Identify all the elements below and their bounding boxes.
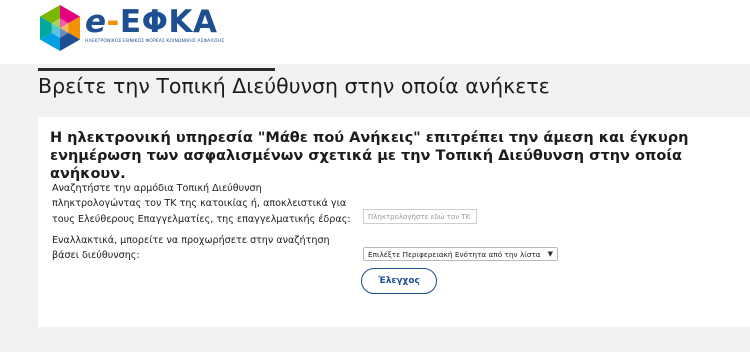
check-button[interactable]: Έλεγχος: [361, 268, 437, 294]
efka-logo[interactable]: e-ΕΦΚΑ ΗΛΕΚΤΡΟΝΙΚΟΣ ΕΘΝΙΚΟΣ ΦΟΡΕΑΣ ΚΟΙΝΩ…: [38, 4, 224, 52]
service-card: Η ηλεκτρονική υπηρεσία "Μάθε πού Ανήκεις…: [38, 117, 750, 327]
logo-subtitle: ΗΛΕΚΤΡΟΝΙΚΟΣ ΕΘΝΙΚΟΣ ΦΟΡΕΑΣ ΚΟΙΝΩΝΙΚΗΣ Α…: [85, 39, 225, 44]
region-select-value: Επιλέξτε Περιφερειακή Ενότητα από την λί…: [368, 249, 541, 259]
header: e-ΕΦΚΑ ΗΛΕΚΤΡΟΝΙΚΟΣ ΕΘΝΙΚΟΣ ΦΟΡΕΑΣ ΚΟΙΝΩ…: [0, 0, 750, 64]
region-select[interactable]: Επιλέξτε Περιφερειακή Ενότητα από την λί…: [363, 247, 558, 261]
intro-text: Η ηλεκτρονική υπηρεσία "Μάθε πού Ανήκεις…: [50, 130, 689, 182]
chevron-down-icon: ▼: [547, 250, 553, 258]
logo-text: e-ΕΦΚΑ ΗΛΕΚΤΡΟΝΙΚΟΣ ΕΘΝΙΚΟΣ ΦΟΡΕΑΣ ΚΟΙΝΩ…: [85, 4, 224, 44]
zip-code-input[interactable]: [363, 209, 477, 224]
zip-label: Αναζητήστε την αρμόδια Τοπική Διεύθυνση …: [52, 183, 351, 225]
page-title: Βρείτε την Τοπική Διεύθυνση στην οποία α…: [38, 74, 550, 98]
logo-name-text: ΕΦΚΑ: [119, 4, 218, 40]
logo-dash: -: [106, 4, 120, 40]
efka-hexagon-icon: [40, 5, 80, 51]
title-accent-bar: [38, 68, 275, 71]
logo-name: e-ΕΦΚΑ: [85, 4, 224, 40]
address-label: Εναλλακτικά, μπορείτε να προχωρήσετε στη…: [52, 235, 330, 262]
logo-prefix: e: [85, 4, 107, 40]
